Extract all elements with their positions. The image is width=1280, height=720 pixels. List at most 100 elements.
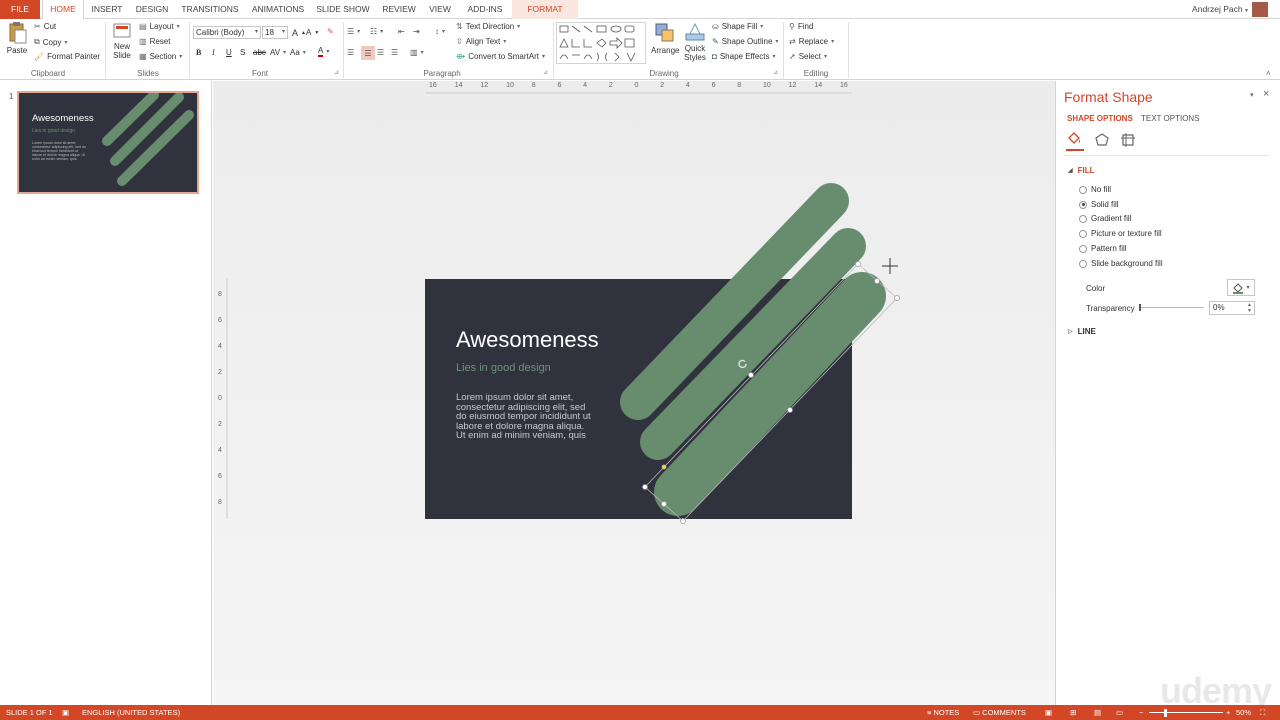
layout-button[interactable]: ▤ Layout ▾ — [139, 22, 180, 31]
underline-icon[interactable]: U — [226, 48, 232, 57]
pane-options-icon[interactable]: ▾ — [1250, 91, 1254, 99]
format-painter-button[interactable]: 🖌 Format Painter — [34, 52, 100, 61]
font-dialog-launcher-icon[interactable]: ⊿ — [334, 69, 339, 76]
radio-button[interactable] — [1079, 229, 1087, 238]
copy-button[interactable]: ⧉ Copy ▾ — [34, 37, 67, 47]
user-name[interactable]: Andrzej Pach ▾ — [1192, 0, 1248, 19]
align-left-icon[interactable]: ☰ — [347, 48, 354, 57]
size-properties-tab[interactable] — [1120, 132, 1136, 150]
quick-styles-button[interactable]: Quick Styles — [682, 22, 708, 62]
convert-smartart-button[interactable]: ⟴ Convert to SmartArt ▾ — [456, 52, 545, 61]
italic-icon[interactable]: I — [212, 48, 215, 57]
bold-icon[interactable]: B — [196, 48, 201, 57]
font-size-select[interactable]: 18 ▾ — [262, 26, 288, 39]
fill-line-tab[interactable] — [1066, 131, 1084, 151]
tab-transitions[interactable]: TRANSITIONS — [178, 0, 242, 19]
radio-button[interactable] — [1079, 200, 1087, 209]
tab-format[interactable]: FORMAT — [512, 0, 578, 19]
justify-icon[interactable]: ☰ — [391, 48, 398, 57]
tab-file[interactable]: FILE — [0, 0, 40, 19]
slideshow-icon[interactable]: ▭ — [1116, 705, 1123, 720]
spell-check-icon[interactable]: ▣ — [62, 705, 69, 720]
decrease-indent-icon[interactable]: ⇤ — [398, 27, 405, 36]
fill-option-gradient-fill[interactable]: Gradient fill — [1079, 214, 1131, 223]
tab-shape-options[interactable]: SHAPE OPTIONS — [1067, 114, 1133, 123]
shape-effects-button[interactable]: ◘ Shape Effects ▾ — [712, 52, 776, 61]
increase-indent-icon[interactable]: ⇥ — [413, 27, 420, 36]
zoom-level[interactable]: 50% — [1236, 705, 1251, 720]
zoom-in-icon[interactable]: + — [1226, 705, 1230, 720]
section-button[interactable]: ▦ Section ▾ — [139, 52, 182, 61]
change-case-icon[interactable]: Aa ▾ — [290, 48, 306, 57]
slide-count-status[interactable]: SLIDE 1 OF 1 — [6, 705, 53, 720]
resize-handle[interactable] — [680, 518, 686, 524]
font-color-icon[interactable]: A ▾ — [318, 46, 329, 57]
resize-handle[interactable] — [748, 372, 754, 378]
tab-view[interactable]: VIEW — [424, 0, 456, 19]
line-spacing-icon[interactable]: ↕ ▾ — [435, 27, 445, 36]
tab-home[interactable]: HOME — [42, 0, 84, 20]
zoom-slider-track[interactable] — [1149, 712, 1223, 713]
select-button[interactable]: ➚ Select ▾ — [789, 52, 827, 61]
shrink-font-button[interactable]: A ▼ — [306, 28, 319, 37]
resize-handle[interactable] — [874, 278, 880, 284]
columns-icon[interactable]: ▥ ▾ — [410, 48, 424, 57]
shape-outline-button[interactable]: ✎ Shape Outline ▾ — [712, 37, 778, 46]
paragraph-dialog-launcher-icon[interactable]: ⊿ — [543, 69, 548, 76]
fit-to-window-icon[interactable]: ⛶ — [1260, 705, 1265, 720]
font-name-select[interactable]: Calibri (Body) ▾ — [193, 26, 261, 39]
zoom-out-icon[interactable]: − — [1139, 705, 1143, 720]
effects-tab[interactable] — [1094, 132, 1110, 150]
new-slide-button[interactable]: New Slide — [110, 22, 134, 60]
notes-button[interactable]: ≡ NOTES — [927, 705, 959, 720]
radio-button[interactable] — [1079, 214, 1087, 223]
align-text-button[interactable]: ⇳ Align Text ▾ — [456, 37, 506, 46]
tab-design[interactable]: DESIGN — [132, 0, 172, 19]
strikethrough-icon[interactable]: abc — [253, 48, 266, 57]
clear-formatting-icon[interactable]: ✎ — [327, 27, 334, 36]
tab-text-options[interactable]: TEXT OPTIONS — [1141, 114, 1200, 123]
radio-button[interactable] — [1079, 185, 1087, 194]
fill-option-slide-background-fill[interactable]: Slide background fill — [1079, 259, 1163, 268]
arrange-button[interactable]: Arrange — [651, 22, 679, 55]
replace-button[interactable]: ⇄ Replace ▾ — [789, 37, 834, 46]
slide-subtitle[interactable]: Lies in good design — [456, 362, 551, 374]
fill-option-pattern-fill[interactable]: Pattern fill — [1079, 244, 1127, 253]
paste-button[interactable]: Paste — [6, 22, 28, 64]
comments-button[interactable]: ▭ COMMENTS — [973, 705, 1026, 720]
fill-option-picture-fill[interactable]: Picture or texture fill — [1079, 229, 1162, 238]
bullets-icon[interactable]: ☰ ▾ — [347, 27, 360, 36]
tab-slide-show[interactable]: SLIDE SHOW — [314, 0, 372, 19]
drawing-dialog-launcher-icon[interactable]: ⊿ — [773, 69, 778, 76]
close-icon[interactable]: × — [1263, 88, 1269, 100]
slide-sorter-icon[interactable]: ⊞ — [1070, 705, 1076, 720]
cut-button[interactable]: ✂ Cut — [34, 22, 56, 31]
tab-review[interactable]: REVIEW — [378, 0, 420, 19]
slide-title[interactable]: Awesomeness — [456, 327, 599, 353]
radio-button[interactable] — [1079, 259, 1087, 268]
grow-font-button[interactable]: A ▲ — [292, 28, 306, 38]
slide-body-text[interactable]: Lorem ipsum dolor sit amet, consectetur … — [456, 393, 596, 441]
transparency-slider-thumb[interactable] — [1139, 304, 1141, 311]
spinner-arrows-icon[interactable]: ▲ ▼ — [1247, 302, 1252, 314]
find-button[interactable]: ⚲ Find — [789, 22, 813, 31]
reading-view-icon[interactable]: ▤ — [1094, 705, 1101, 720]
align-right-icon[interactable]: ☰ — [377, 48, 384, 57]
avatar[interactable] — [1252, 2, 1268, 17]
reset-button[interactable]: ▥ Reset — [139, 37, 170, 46]
shadow-icon[interactable]: S — [240, 48, 245, 57]
radio-button[interactable] — [1079, 244, 1087, 253]
resize-handle[interactable] — [661, 501, 667, 507]
character-spacing-icon[interactable]: AV ▾ — [270, 48, 286, 57]
normal-view-icon[interactable]: ▣ — [1045, 705, 1052, 720]
resize-handle[interactable] — [642, 484, 648, 490]
transparency-input[interactable]: 0% ▲ ▼ — [1209, 301, 1255, 315]
shapes-gallery[interactable] — [556, 22, 646, 64]
tab-insert[interactable]: INSERT — [88, 0, 126, 19]
color-picker-button[interactable]: ▾ — [1227, 279, 1255, 296]
tab-animations[interactable]: ANIMATIONS — [248, 0, 308, 19]
line-section-header[interactable]: ▷ LINE — [1068, 327, 1096, 336]
numbering-icon[interactable]: ☷ ▾ — [370, 27, 383, 36]
tab-add-ins[interactable]: ADD-INS — [462, 0, 508, 19]
resize-handle[interactable] — [894, 295, 900, 301]
